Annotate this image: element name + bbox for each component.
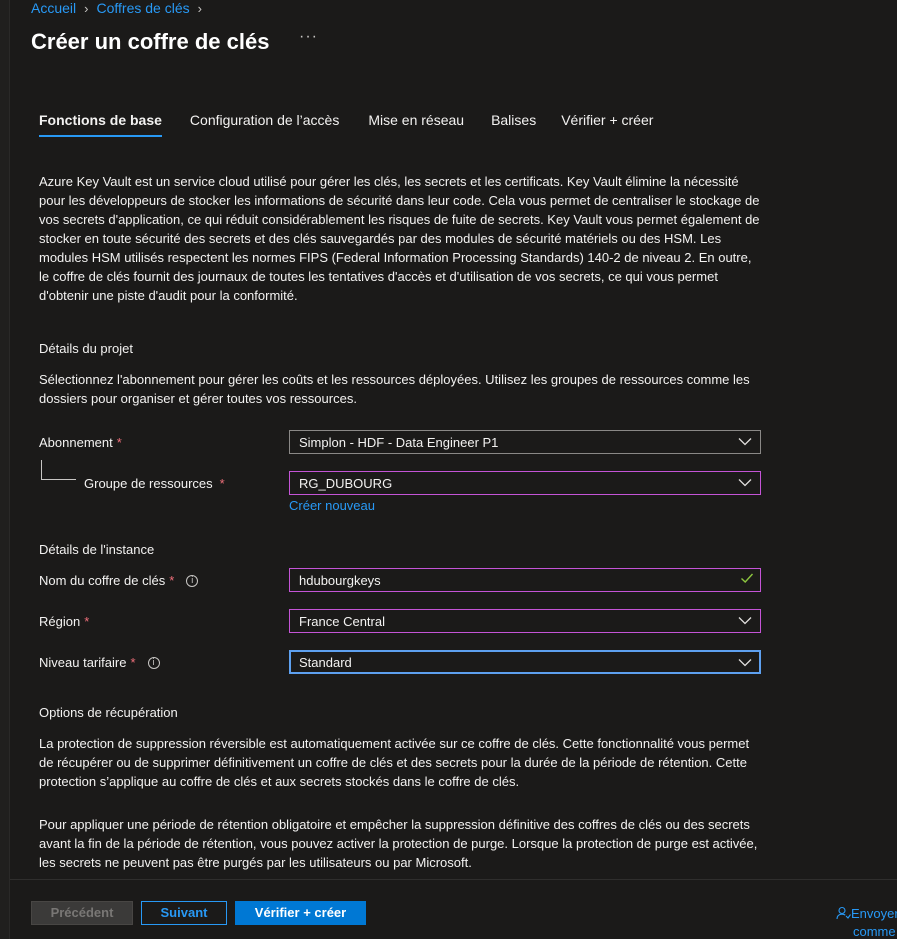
pricing-tier-value: Standard — [299, 655, 352, 670]
pricing-tier-select[interactable]: Standard — [289, 650, 761, 674]
chevron-down-icon — [738, 659, 752, 667]
create-new-resource-group-link[interactable]: Créer nouveau — [289, 498, 375, 513]
subscription-value: Simplon - HDF - Data Engineer P1 — [299, 435, 499, 450]
required-marker: * — [169, 573, 175, 588]
feedback-icon — [836, 906, 851, 920]
subscription-label: Abonnement * — [39, 435, 122, 450]
resource-group-label-text: Groupe de ressources — [84, 476, 213, 491]
tab-basics[interactable]: Fonctions de base — [39, 112, 162, 137]
page-title: Créer un coffre de clés — [31, 29, 270, 54]
region-value: France Central — [299, 614, 385, 629]
subscription-label-text: Abonnement — [39, 435, 113, 450]
purge-protection-description: Pour appliquer une période de rétention … — [39, 817, 758, 870]
key-vault-name-value: hdubourgkeys — [299, 573, 381, 588]
footer-divider — [10, 879, 897, 880]
breadcrumb: Accueil › Coffres de clés › — [31, 0, 202, 16]
feedback-text-line2: comme — [853, 924, 896, 939]
chevron-right-icon: › — [84, 0, 89, 16]
chevron-down-icon — [738, 479, 752, 487]
subscription-select[interactable]: Simplon - HDF - Data Engineer P1 — [289, 430, 761, 454]
required-marker: * — [130, 655, 136, 670]
required-marker: * — [84, 614, 90, 629]
tab-access-configuration[interactable]: Configuration de l’accès — [190, 112, 339, 137]
key-vault-name-label: Nom du coffre de clés * i — [39, 573, 199, 588]
key-vault-name-label-text: Nom du coffre de clés — [39, 573, 166, 588]
soft-delete-description: La protection de suppression réversible … — [39, 736, 750, 789]
tab-tags[interactable]: Balises — [491, 112, 536, 137]
project-details-description: Sélectionnez l'abonnement pour gérer les… — [39, 372, 750, 406]
chevron-down-icon — [738, 617, 752, 625]
left-nav-strip — [0, 0, 10, 939]
previous-button[interactable]: Précédent — [31, 901, 133, 925]
chevron-down-icon — [738, 438, 752, 446]
recovery-options-heading: Options de récupération — [39, 705, 178, 720]
hierarchy-connector — [41, 460, 76, 480]
feedback-text-line1: Envoyer — [851, 906, 897, 921]
info-icon[interactable]: i — [147, 656, 160, 669]
intro-description: Azure Key Vault est un service cloud uti… — [39, 174, 760, 303]
checkmark-icon — [741, 573, 754, 583]
resource-group-value: RG_DUBOURG — [299, 476, 393, 491]
project-details-heading: Détails du projet — [39, 341, 133, 356]
breadcrumb-home-link[interactable]: Accueil — [31, 0, 76, 16]
more-icon[interactable]: ··· — [299, 28, 318, 46]
info-icon[interactable]: i — [186, 574, 199, 587]
review-create-button[interactable]: Vérifier + créer — [235, 901, 366, 925]
region-select[interactable]: France Central — [289, 609, 761, 633]
resource-group-select[interactable]: RG_DUBOURG — [289, 471, 761, 495]
resource-group-label: Groupe de ressources * — [84, 476, 225, 491]
instance-details-heading: Détails de l'instance — [39, 542, 155, 557]
region-label-text: Région — [39, 614, 81, 629]
pricing-tier-label: Niveau tarifaire * i — [39, 655, 160, 670]
pricing-tier-label-text: Niveau tarifaire — [39, 655, 127, 670]
tab-networking[interactable]: Mise en réseau — [368, 112, 464, 137]
tab-bar: Fonctions de base Configuration de l’acc… — [39, 112, 681, 137]
key-vault-name-input[interactable]: hdubourgkeys — [289, 568, 761, 592]
tab-review-create[interactable]: Vérifier + créer — [561, 112, 653, 137]
required-marker: * — [219, 476, 225, 491]
required-marker: * — [116, 435, 122, 450]
next-button[interactable]: Suivant — [141, 901, 227, 925]
region-label: Région * — [39, 614, 89, 629]
chevron-right-icon: › — [197, 0, 202, 16]
send-feedback-link[interactable]: Envoyer comme — [836, 905, 897, 939]
breadcrumb-keyvaults-link[interactable]: Coffres de clés — [96, 0, 189, 16]
